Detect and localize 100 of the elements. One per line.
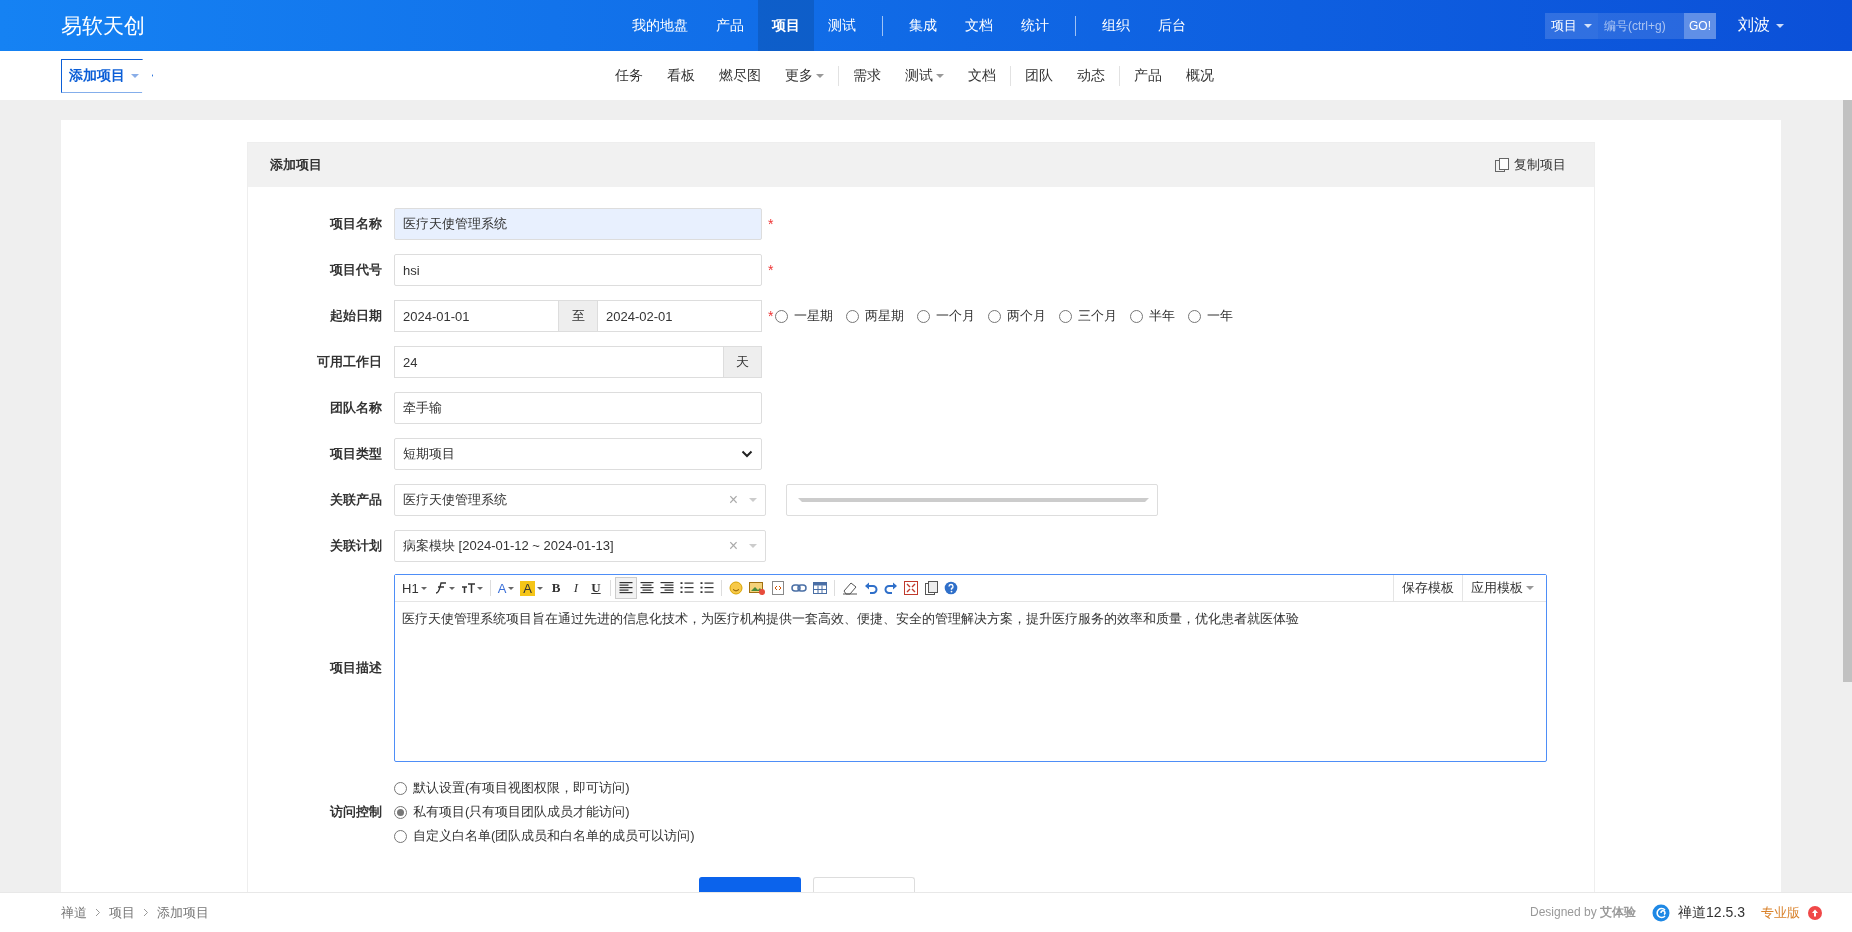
help-icon: [943, 581, 958, 595]
field-label: 团队名称: [329, 399, 383, 417]
font-color-button[interactable]: A: [494, 577, 518, 599]
subnav-item[interactable]: 团队: [1013, 66, 1065, 85]
duration-option[interactable]: 一个月: [917, 307, 976, 325]
duration-option[interactable]: 一年: [1188, 307, 1234, 325]
curved-arrow-icon: [883, 581, 898, 595]
list-icon: [679, 582, 694, 594]
panel-title: 添加项目: [270, 156, 322, 174]
unit-label: 天: [724, 346, 762, 378]
subnav-item[interactable]: 看板: [655, 66, 707, 85]
subnav-item[interactable]: 文档: [956, 66, 1008, 85]
subnav-item[interactable]: 更多: [773, 66, 836, 85]
required-mark: *: [768, 308, 774, 324]
required-mark: *: [768, 216, 774, 232]
nav-item[interactable]: 统计: [1007, 0, 1063, 51]
rich-text-editor[interactable]: H1 A A B I U 保存模板 应用模板 医疗天使管理系统项目旨在通过先进的信息化技术，为医疗机构提供一套高效、便捷、安全的管理解决方案，提升医疗服务的效率和质量，优化患者就医体验: [394, 574, 1547, 762]
upgrade-icon: [1808, 905, 1822, 920]
duration-option[interactable]: 三个月: [1059, 307, 1118, 325]
align-icon: [659, 582, 674, 594]
field-label: 起始日期: [329, 307, 383, 325]
nav-item[interactable]: 我的地盘: [618, 0, 702, 51]
end-date-field[interactable]: 2024-02-01: [597, 300, 762, 332]
list-icon: [699, 582, 714, 594]
breadcrumb-link[interactable]: 添加项目: [157, 903, 209, 922]
user-menu[interactable]: 刘波: [1732, 14, 1790, 37]
duration-option[interactable]: 两星期: [846, 307, 905, 325]
field-label: 关联产品: [329, 491, 383, 509]
italic-button[interactable]: I: [565, 577, 586, 599]
nav-item[interactable]: 后台: [1144, 0, 1200, 51]
align-button[interactable]: [614, 577, 637, 599]
breadcrumb-link[interactable]: 禅道: [61, 903, 87, 922]
nav-item[interactable]: 测试: [814, 0, 870, 51]
date-separator: 至: [559, 300, 597, 332]
template-button[interactable]: 应用模板: [1462, 575, 1542, 601]
save-button[interactable]: [699, 877, 801, 893]
duration-option[interactable]: 一星期: [775, 307, 834, 325]
highlight-button[interactable]: A: [517, 577, 546, 599]
fullscreen-icon: [903, 581, 918, 595]
chosen-select[interactable]: 病案模块 [2024-01-12 ~ 2024-01-13] ×: [394, 530, 766, 562]
nav-item[interactable]: 组织: [1088, 0, 1144, 51]
nav-item[interactable]: 项目: [758, 0, 814, 51]
search-type-dropdown[interactable]: 项目: [1545, 12, 1598, 39]
scroll-bar[interactable]: [1843, 100, 1852, 683]
type-select[interactable]: 短期项目: [394, 438, 762, 470]
heading-button[interactable]: H1: [399, 577, 430, 599]
field-label: 关联计划: [329, 537, 383, 555]
copy-project-button[interactable]: 复制项目: [1488, 155, 1572, 175]
field-label: 项目名称: [328, 215, 383, 233]
text-field[interactable]: 医疗天使管理系统: [394, 208, 762, 240]
field-label: 项目类型: [328, 445, 383, 463]
text-field[interactable]: hsi: [394, 254, 762, 286]
swirl-logo-icon: [1652, 903, 1671, 922]
table-icon: [812, 582, 827, 594]
nav-item[interactable]: 文档: [951, 0, 1007, 51]
subnav-item[interactable]: 产品: [1122, 66, 1174, 85]
text-field[interactable]: 牵手输: [394, 392, 762, 424]
project-switcher[interactable]: 添加项目: [61, 58, 153, 93]
image-icon: [748, 581, 765, 595]
nav-item[interactable]: 集成: [895, 0, 951, 51]
subnav-item[interactable]: 需求: [841, 66, 893, 85]
begin-date-field[interactable]: 2024-01-01: [394, 300, 559, 332]
required-mark: *: [768, 262, 774, 278]
subnav-item[interactable]: 任务: [603, 66, 655, 85]
duration-option[interactable]: 半年: [1130, 307, 1176, 325]
selected-value: 医疗天使管理系统: [403, 491, 508, 509]
paste-icon: [923, 580, 938, 596]
align-icon: [618, 582, 633, 594]
template-button[interactable]: 保存模板: [1393, 575, 1462, 601]
description-text: 医疗天使管理系统项目旨在通过先进的信息化技术，为医疗机构提供一套高效、便捷、安全的管理解决方案，提升医疗服务的效率和质量，优化患者就医体验: [402, 610, 1300, 628]
field-label: 可用工作日: [316, 353, 383, 371]
subnav-item[interactable]: 概况: [1174, 66, 1226, 85]
curved-arrow-icon: [863, 581, 878, 595]
subnav-item[interactable]: 测试: [893, 66, 956, 85]
subnav-item[interactable]: 动态: [1065, 66, 1117, 85]
subnav-item[interactable]: 燃尽图: [707, 66, 773, 85]
app-logo[interactable]: 易软天创: [61, 11, 145, 40]
chevron-icon: [741, 450, 753, 458]
link-icon: [790, 583, 807, 593]
version-link[interactable]: 禅道12.5.3: [1678, 903, 1745, 922]
text-size-icon: [460, 581, 475, 595]
field-label: 访问控制: [328, 803, 383, 821]
bold-button[interactable]: B: [545, 577, 566, 599]
field-label: 项目描述: [328, 659, 383, 677]
copy-icon: [1494, 157, 1510, 173]
breadcrumb-link[interactable]: 项目: [109, 903, 135, 922]
underline-button[interactable]: U: [585, 577, 606, 599]
workdays-field[interactable]: 24: [394, 346, 724, 378]
access-option[interactable]: 私有项目(只有项目团队成员才能访问): [394, 803, 695, 821]
duration-option[interactable]: 两个月: [988, 307, 1047, 325]
smiley-icon: [728, 581, 743, 595]
access-option[interactable]: 自定义白名单(团队成员和白名单的成员可以访问): [394, 827, 695, 845]
nav-item[interactable]: 产品: [702, 0, 758, 51]
field-label: 项目代号: [328, 261, 383, 279]
selected-value: 病案模块 [2024-01-12 ~ 2024-01-13]: [403, 537, 615, 555]
access-option[interactable]: 默认设置(有项目视图权限，即可访问): [394, 779, 695, 797]
chosen-select[interactable]: 医疗天使管理系统 ×: [394, 484, 766, 516]
designed-by-text: Designed by 艾体验: [1530, 904, 1637, 921]
code-icon: [770, 581, 785, 595]
align-icon: [639, 582, 654, 594]
